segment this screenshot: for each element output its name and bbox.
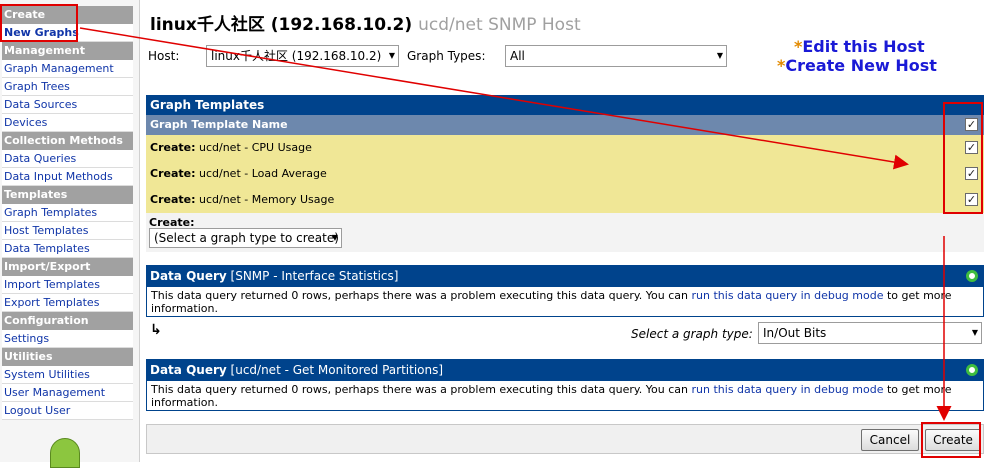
create-button[interactable]: Create [925, 429, 981, 451]
sidebar-item-settings[interactable]: Settings [2, 330, 133, 348]
host-title: linux千人社区 (192.168.10.2) [150, 15, 413, 35]
query-status-icon [966, 270, 978, 282]
sidebar-item-data-queries[interactable]: Data Queries [2, 150, 133, 168]
graph-template-name-column-header: Graph Template Name ✓ [146, 115, 984, 135]
host-label: Host: [148, 49, 180, 63]
main-content: linux千人社区 (192.168.10.2) ucd/net SNMP Hos… [146, 0, 984, 462]
graph-templates-header: Graph Templates [146, 95, 984, 115]
debug-mode-link[interactable]: run this data query in debug mode [692, 289, 884, 302]
table-row: Create: ucd/net - CPU Usage ✓ [146, 135, 984, 161]
graph-types-select[interactable]: All ▼ [505, 45, 727, 67]
sidebar-item-new-graphs[interactable]: New Graphs [2, 24, 133, 42]
sidebar-item-devices[interactable]: Devices [2, 114, 133, 132]
chevron-down-icon: ▼ [716, 51, 723, 60]
sidebar-item-data-sources[interactable]: Data Sources [2, 96, 133, 114]
form-footer: Cancel Create [146, 424, 984, 454]
sidebar-item-host-templates[interactable]: Host Templates [2, 222, 133, 240]
edit-host-link[interactable]: *Edit this Host [794, 37, 925, 56]
page-title: linux千人社区 (192.168.10.2) ucd/net SNMP Hos… [150, 10, 581, 35]
chevron-down-icon: ▼ [388, 51, 395, 60]
sidebar-section-templates: Templates [2, 186, 133, 204]
table-row: Create: ucd/net - Load Average ✓ [146, 161, 984, 187]
template-name: ucd/net - CPU Usage [199, 141, 312, 154]
data-query-header: Data Query [ucd/net - Get Monitored Part… [146, 359, 984, 381]
sidebar-section-collection-methods: Collection Methods [2, 132, 133, 150]
template-name: ucd/net - Memory Usage [199, 193, 335, 206]
sidebar-item-graph-templates[interactable]: Graph Templates [2, 204, 133, 222]
data-query-message: This data query returned 0 rows, perhaps… [146, 287, 984, 317]
sidebar-item-graph-management[interactable]: Graph Management [2, 60, 133, 78]
sidebar: Create New Graphs Management Graph Manag… [0, 0, 140, 468]
sidebar-section-create: Create [2, 6, 133, 24]
graph-type-select[interactable]: In/Out Bits ▼ [758, 322, 982, 344]
sidebar-item-data-templates[interactable]: Data Templates [2, 240, 133, 258]
host-select[interactable]: linux千人社区 (192.168.10.2) ▼ [206, 45, 399, 67]
sidebar-item-export-templates[interactable]: Export Templates [2, 294, 133, 312]
sidebar-item-import-templates[interactable]: Import Templates [2, 276, 133, 294]
sidebar-item-data-input-methods[interactable]: Data Input Methods [2, 168, 133, 186]
graph-types-label: Graph Types: [407, 49, 486, 63]
sidebar-section-configuration: Configuration [2, 312, 133, 330]
graph-type-create-select[interactable]: (Select a graph type to create) ▼ [149, 228, 342, 248]
data-query-header: Data Query [SNMP - Interface Statistics] [146, 265, 984, 287]
sidebar-item-user-management[interactable]: User Management [2, 384, 133, 402]
cactus-logo-icon [50, 438, 80, 468]
create-new-host-link[interactable]: *Create New Host [777, 56, 937, 75]
sidebar-item-graph-trees[interactable]: Graph Trees [2, 78, 133, 96]
debug-mode-link[interactable]: run this data query in debug mode [692, 383, 884, 396]
create-graph-type-area: Create: (Select a graph type to create) … [146, 213, 984, 252]
template-name: ucd/net - Load Average [199, 167, 327, 180]
select-all-checkbox[interactable]: ✓ [965, 118, 978, 131]
graph-types-select-value: All [510, 49, 525, 63]
sidebar-section-management: Management [2, 42, 133, 60]
template-checkbox[interactable]: ✓ [965, 193, 978, 206]
sidebar-item-system-utilities[interactable]: System Utilities [2, 366, 133, 384]
data-query-message: This data query returned 0 rows, perhaps… [146, 381, 984, 411]
cancel-button[interactable]: Cancel [861, 429, 919, 451]
query-status-icon [966, 364, 978, 376]
chevron-down-icon: ▼ [331, 233, 338, 242]
template-checkbox[interactable]: ✓ [965, 141, 978, 154]
select-graph-type-label: Select a graph type: [631, 327, 753, 341]
host-select-value: linux千人社区 (192.168.10.2) [211, 49, 382, 63]
chevron-down-icon: ▼ [971, 328, 978, 337]
sidebar-item-logout-user[interactable]: Logout User [2, 402, 133, 420]
sidebar-section-utilities: Utilities [2, 348, 133, 366]
table-row: Create: ucd/net - Memory Usage ✓ [146, 187, 984, 213]
host-template-subtitle: ucd/net SNMP Host [418, 15, 581, 35]
return-arrow-icon: ↳ [150, 322, 162, 338]
template-checkbox[interactable]: ✓ [965, 167, 978, 180]
sidebar-section-import-export: Import/Export [2, 258, 133, 276]
